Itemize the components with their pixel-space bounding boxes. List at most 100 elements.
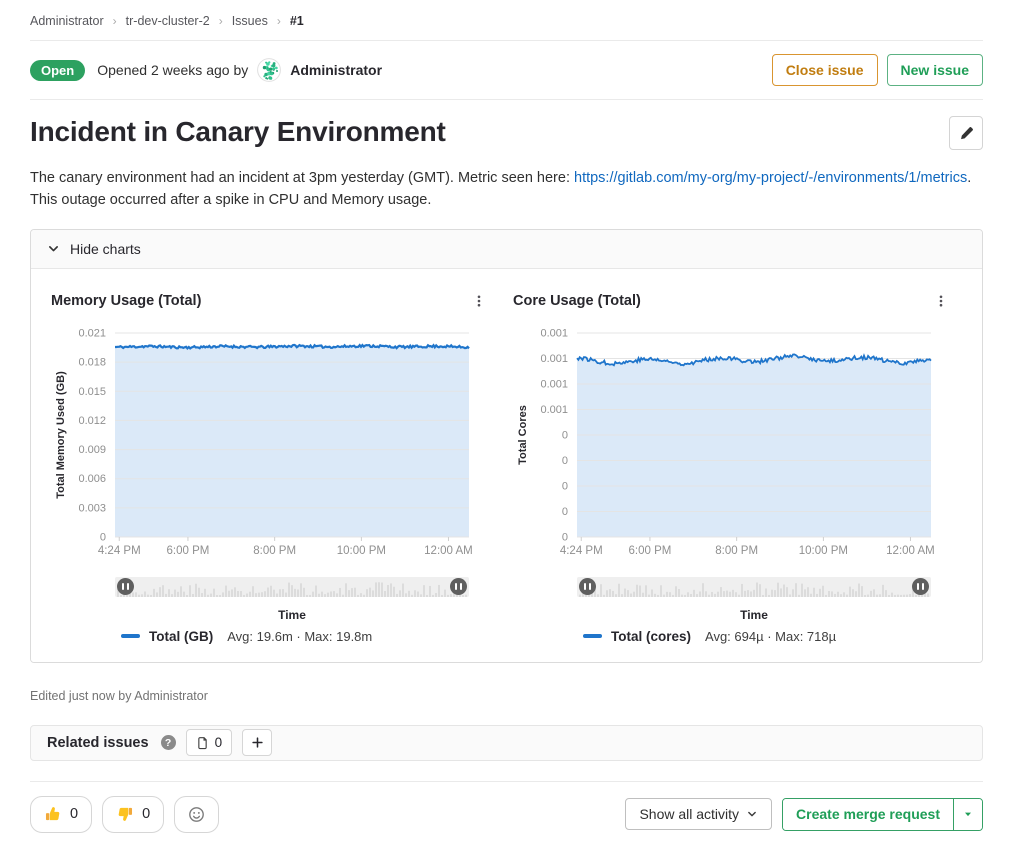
legend-swatch: [583, 634, 602, 638]
related-issues-count-badge: 0: [186, 729, 233, 756]
svg-text:Total Cores: Total Cores: [517, 405, 529, 465]
avatar[interactable]: [257, 58, 281, 82]
slider-handle-left[interactable]: [579, 578, 596, 595]
core-usage-plot: 0.0010.0010.0010.00100000Total Cores4:24…: [513, 325, 951, 565]
reactions: 0 0: [30, 796, 219, 833]
svg-text:0.001: 0.001: [540, 353, 568, 365]
close-issue-button[interactable]: Close issue: [772, 54, 878, 86]
breadcrumb: Administrator › tr-dev-cluster-2 › Issue…: [30, 0, 983, 41]
breadcrumb-link-administrator[interactable]: Administrator: [30, 14, 104, 28]
breadcrumb-separator: ›: [113, 14, 117, 28]
add-related-issue-button[interactable]: [242, 729, 272, 756]
chart-title: Memory Usage (Total): [51, 293, 201, 309]
chart-menu-button[interactable]: [929, 289, 953, 313]
chart-legend: Total (cores) Avg: 694µ · Max: 718µ: [583, 629, 953, 644]
divider: [30, 781, 983, 782]
legend-series-name: Total (GB): [149, 629, 213, 644]
new-issue-button[interactable]: New issue: [887, 54, 983, 86]
thumbs-down-button[interactable]: 0: [102, 796, 164, 833]
help-icon[interactable]: ?: [161, 735, 176, 750]
svg-text:0: 0: [562, 531, 568, 543]
metrics-link[interactable]: https://gitlab.com/my-org/my-project/-/e…: [574, 170, 967, 186]
issue-description: The canary environment had an incident a…: [30, 168, 983, 212]
kebab-icon: [472, 293, 486, 309]
svg-text:12:00 AM: 12:00 AM: [424, 545, 473, 557]
chart-zoom-slider[interactable]: [115, 577, 469, 597]
issue-status-bar: Open Opened 2 weeks ago by Administrator…: [30, 41, 983, 100]
svg-text:0: 0: [100, 531, 106, 543]
thumbs-down-icon: [116, 805, 134, 823]
title-row: Incident in Canary Environment: [30, 116, 983, 150]
legend-swatch: [121, 634, 140, 638]
svg-text:6:00 PM: 6:00 PM: [167, 545, 210, 557]
issue-title: Incident in Canary Environment: [30, 116, 446, 148]
legend-series-stats: Avg: 19.6m · Max: 19.8m: [227, 629, 372, 644]
plus-icon: [251, 736, 264, 749]
related-issues-count: 0: [215, 735, 223, 750]
svg-text:Total Memory Used (GB): Total Memory Used (GB): [55, 370, 67, 498]
thumbs-up-count: 0: [70, 806, 78, 822]
svg-text:4:24 PM: 4:24 PM: [560, 545, 603, 557]
svg-text:12:00 AM: 12:00 AM: [886, 545, 935, 557]
chart-menu-button[interactable]: [467, 289, 491, 313]
edited-note: Edited just now by Administrator: [30, 689, 983, 703]
issue-document-icon: [196, 736, 209, 750]
svg-text:0: 0: [562, 506, 568, 518]
kebab-icon: [934, 293, 948, 309]
author-link[interactable]: Administrator: [290, 62, 382, 78]
footer-row: 0 0 Show all activity Create merge reque…: [30, 796, 983, 833]
breadcrumb-current-issue-number: #1: [290, 14, 304, 28]
svg-text:0: 0: [562, 480, 568, 492]
svg-text:0: 0: [562, 429, 568, 441]
thumbs-up-button[interactable]: 0: [30, 796, 92, 833]
issue-page: Administrator › tr-dev-cluster-2 › Issue…: [0, 0, 1013, 833]
memory-usage-chart: Memory Usage (Total) 0.021 0.018 0.015 0.01…: [51, 289, 491, 644]
svg-text:4:24 PM: 4:24 PM: [98, 545, 141, 557]
svg-text:0: 0: [562, 455, 568, 467]
memory-usage-plot: 0.0210.0180.0150.0120.0090.0060.0030Tota…: [51, 325, 489, 565]
description-text: The canary environment had an incident a…: [30, 170, 574, 186]
charts-body: Memory Usage (Total) 0.021 0.018 0.015 0.01…: [31, 269, 982, 662]
svg-text:6:00 PM: 6:00 PM: [629, 545, 672, 557]
svg-text:0.018: 0.018: [78, 356, 106, 368]
caret-down-icon: [962, 808, 974, 820]
thumbs-down-count: 0: [142, 806, 150, 822]
thumbs-up-icon: [44, 805, 62, 823]
svg-text:0.012: 0.012: [78, 414, 106, 426]
slider-sparkline: [577, 577, 931, 597]
svg-text:0.001: 0.001: [540, 404, 568, 416]
svg-text:0.015: 0.015: [78, 385, 106, 397]
slider-handle-left[interactable]: [117, 578, 134, 595]
svg-text:0.009: 0.009: [78, 444, 106, 456]
activity-filter-label: Show all activity: [639, 806, 739, 822]
slider-handle-right[interactable]: [450, 578, 467, 595]
svg-text:0.001: 0.001: [540, 327, 568, 339]
activity-filter-dropdown[interactable]: Show all activity: [625, 798, 772, 830]
create-mr-dropdown-toggle[interactable]: [953, 799, 982, 830]
svg-text:8:00 PM: 8:00 PM: [715, 545, 758, 557]
svg-text:0.021: 0.021: [78, 327, 106, 339]
create-mr-split-button: Create merge request: [782, 798, 983, 831]
related-issues-section: Related issues ? 0: [30, 725, 983, 761]
breadcrumb-link-issues[interactable]: Issues: [232, 14, 268, 28]
hide-charts-toggle[interactable]: Hide charts: [31, 230, 982, 269]
chart-title: Core Usage (Total): [513, 293, 641, 309]
related-issues-title: Related issues: [47, 735, 149, 751]
x-axis-title: Time: [577, 608, 931, 622]
slider-handle-right[interactable]: [912, 578, 929, 595]
add-reaction-button[interactable]: [174, 796, 219, 833]
create-mr-button[interactable]: Create merge request: [783, 799, 953, 830]
chart-zoom-slider[interactable]: [577, 577, 931, 597]
chevron-down-icon: [746, 808, 758, 820]
breadcrumb-link-project[interactable]: tr-dev-cluster-2: [126, 14, 210, 28]
edit-title-button[interactable]: [949, 116, 983, 150]
chevron-down-icon: [47, 242, 60, 255]
legend-series-name: Total (cores): [611, 629, 691, 644]
hide-charts-label: Hide charts: [70, 241, 141, 257]
svg-text:10:00 PM: 10:00 PM: [337, 545, 386, 557]
legend-series-stats: Avg: 694µ · Max: 718µ: [705, 629, 836, 644]
charts-panel: Hide charts Memory Usage (Total) 0.021 0.…: [30, 229, 983, 663]
breadcrumb-separator: ›: [277, 14, 281, 28]
chart-legend: Total (GB) Avg: 19.6m · Max: 19.8m: [121, 629, 491, 644]
slider-sparkline: [115, 577, 469, 597]
